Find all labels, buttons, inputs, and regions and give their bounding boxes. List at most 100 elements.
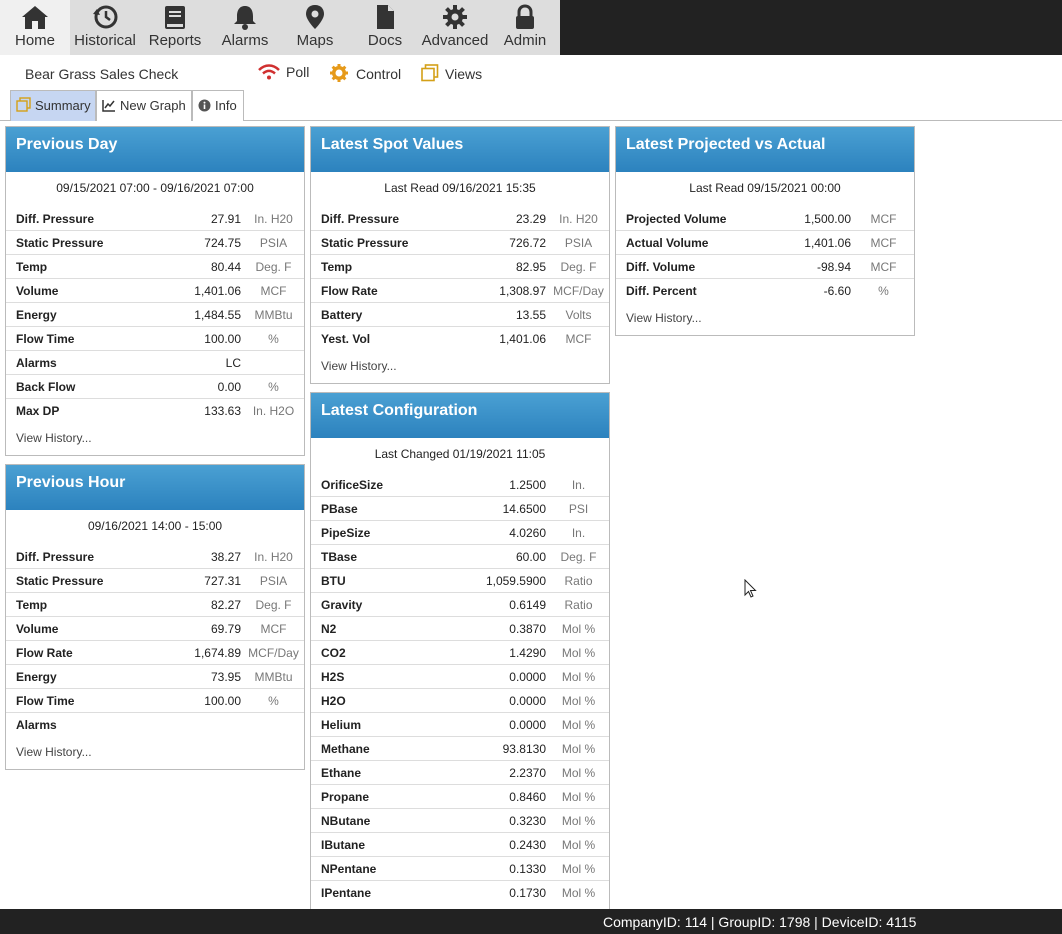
row-unit: In. [571,526,586,540]
nav-alarms[interactable]: Alarms [210,0,280,55]
views-button[interactable]: Views [421,64,482,82]
data-row: NButane 0.3230 Mol % [311,809,609,833]
row-label: IButane [321,838,366,852]
row-unit: MCF [260,622,287,636]
info-icon [198,99,211,112]
row-unit: PSIA [259,236,288,250]
row-unit: Ratio [564,598,593,612]
data-row: Diff. Pressure 38.27 In. H20 [6,545,304,569]
row-label: Static Pressure [321,236,409,250]
view-history-link[interactable]: View History... [616,303,914,335]
row-unit: Deg. F [255,260,292,274]
previous-hour-panel: Previous Hour 09/16/2021 14:00 - 15:00 D… [5,464,305,770]
view-history-link[interactable]: View History... [311,351,609,383]
row-label: NPentane [321,862,377,876]
row-label: Flow Rate [321,284,378,298]
row-unit: MCF [870,260,897,274]
control-button[interactable]: Control [328,64,401,82]
row-unit: MCF [565,332,592,346]
last-changed: Last Changed 01/19/2021 11:05 [374,447,546,461]
row-unit: In. H20 [254,550,293,564]
nav-label: Historical [74,32,136,49]
row-value: 724.75 [204,236,241,250]
data-row: Actual Volume 1,401.06 MCF [616,231,914,255]
data-row: Energy 73.95 MMBtu [6,665,304,689]
row-value: 0.0000 [509,718,546,732]
row-label: Temp [321,260,353,274]
nav-historical[interactable]: Historical [70,0,140,55]
row-unit: % [268,380,279,394]
data-row: Back Flow 0.00% [6,375,304,399]
row-label: Volume [16,284,59,298]
data-row: Alarms [6,713,304,737]
data-row: Battery 13.55 Volts [311,303,609,327]
poll-label: Poll [286,64,310,80]
poll-button[interactable]: Poll [258,64,309,80]
row-value: 727.31 [204,574,241,588]
row-value: 0.0000 [509,694,546,708]
data-row: Diff. Volume -98.94 MCF [616,255,914,279]
data-row: PBase 14.6500 PSI [311,497,609,521]
views-label: Views [445,66,483,82]
data-row: Max DP 133.63 In. H2O [6,399,304,423]
data-row: H2O 0.0000 Mol % [311,689,609,713]
row-value: 0.1330 [509,862,546,876]
status-footer: CompanyID: 114 | GroupID: 1798 | DeviceI… [0,909,1062,934]
row-value: 0.8460 [509,790,546,804]
row-label: Static Pressure [16,574,104,588]
row-unit: In. [571,478,586,492]
data-row: Diff. Pressure 27.91 In. H20 [6,207,304,231]
row-label: Helium [321,718,362,732]
row-label: H2S [321,670,345,684]
last-read: Last Read 09/15/2021 00:00 [689,181,841,195]
row-unit: MMBtu [254,308,293,322]
nav-maps[interactable]: Maps [280,0,350,55]
home-icon [22,6,48,29]
row-value: 1,674.89 [194,646,241,660]
data-row: H2S 0.0000 Mol % [311,665,609,689]
row-value: 93.8130 [502,742,546,756]
data-row: Diff. Percent -6.60% [616,279,914,303]
tab-info[interactable]: Info [192,90,244,121]
data-row: N2 0.3870 Mol % [311,617,609,641]
row-unit: Mol % [561,814,596,828]
date-range: 09/15/2021 07:00 - 09/16/2021 07:00 [56,181,254,195]
view-history-link[interactable]: View History... [6,737,304,769]
data-row: Volume 69.79 MCF [6,617,304,641]
data-row: Flow Rate 1,674.89 MCF/Day [6,641,304,665]
nav-advanced[interactable]: Advanced [420,0,490,55]
row-value: 82.27 [210,598,241,612]
data-row: IPentane 0.1730 Mol % [311,881,609,905]
row-value: 1,059.5900 [485,574,546,588]
tab-new-graph[interactable]: New Graph [96,90,192,121]
tab-summary[interactable]: Summary [10,90,96,121]
view-history-link[interactable]: View History... [6,423,304,455]
nav-home[interactable]: Home [0,0,70,55]
row-unit: Volts [565,308,592,322]
nav-label: Docs [367,32,403,49]
data-row: BTU 1,059.5900 Ratio [311,569,609,593]
row-label: H2O [321,694,346,708]
row-label: Yest. Vol [321,332,371,346]
nav-docs[interactable]: Docs [350,0,420,55]
row-label: Energy [16,670,57,684]
row-label: Diff. Pressure [16,212,95,226]
views-icon [421,64,439,82]
row-label: OrificeSize [321,478,384,492]
row-value: 100.00 [204,694,241,708]
nav-admin[interactable]: Admin [490,0,560,55]
data-row: Diff. Pressure 23.29 In. H20 [311,207,609,231]
nav-reports[interactable]: Reports [140,0,210,55]
row-value: 1,401.06 [194,284,241,298]
row-unit: % [268,694,279,708]
row-value: 133.63 [204,404,241,418]
bell-icon [234,6,256,30]
data-row: Static Pressure 727.31 PSIA [6,569,304,593]
nav-label: Reports [148,32,202,49]
configuration-panel: Latest Configuration Last Changed 01/19/… [310,392,610,912]
row-label: NButane [321,814,371,828]
device-name: Bear Grass Sales Check [25,66,179,82]
row-value: 23.29 [515,212,546,226]
tab-label: Info [215,98,237,113]
row-label: Temp [16,598,48,612]
